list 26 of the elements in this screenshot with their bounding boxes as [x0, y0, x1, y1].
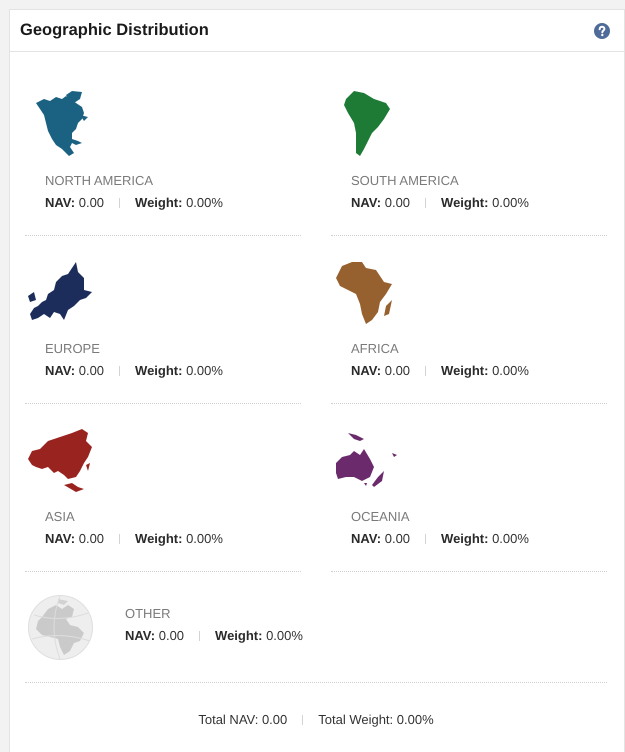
help-icon[interactable]	[594, 22, 610, 38]
region-name: EUROPE	[45, 340, 100, 358]
nav-value: NAV: 0.00	[125, 627, 184, 645]
region-name: NORTH AMERICA	[45, 172, 154, 190]
globe-icon	[28, 595, 93, 660]
nav-value: NAV: 0.00	[351, 362, 410, 380]
weight-value: Weight: 0.00%	[441, 362, 529, 380]
nav-value: NAV: 0.00	[351, 194, 410, 212]
nav-value: NAV: 0.00	[351, 530, 410, 548]
total-weight: Total Weight: 0.00%	[318, 711, 434, 729]
total-nav: Total NAV: 0.00	[198, 711, 288, 729]
weight-value: Weight: 0.00%	[135, 194, 223, 212]
card-title: Geographic Distribution	[20, 20, 209, 40]
weight-value: Weight: 0.00%	[135, 362, 223, 380]
nav-value: NAV: 0.00	[45, 362, 104, 380]
weight-value: Weight: 0.00%	[135, 530, 223, 548]
nav-value: NAV: 0.00	[45, 194, 104, 212]
nav-value: NAV: 0.00	[45, 530, 104, 548]
region-name: OCEANIA	[351, 508, 410, 526]
region-name: SOUTH AMERICA	[351, 172, 459, 190]
region-name: OTHER	[125, 605, 170, 623]
region-name: ASIA	[45, 508, 75, 526]
region-name: AFRICA	[351, 340, 399, 358]
weight-value: Weight: 0.00%	[215, 627, 303, 645]
weight-value: Weight: 0.00%	[441, 530, 529, 548]
weight-value: Weight: 0.00%	[441, 194, 529, 212]
